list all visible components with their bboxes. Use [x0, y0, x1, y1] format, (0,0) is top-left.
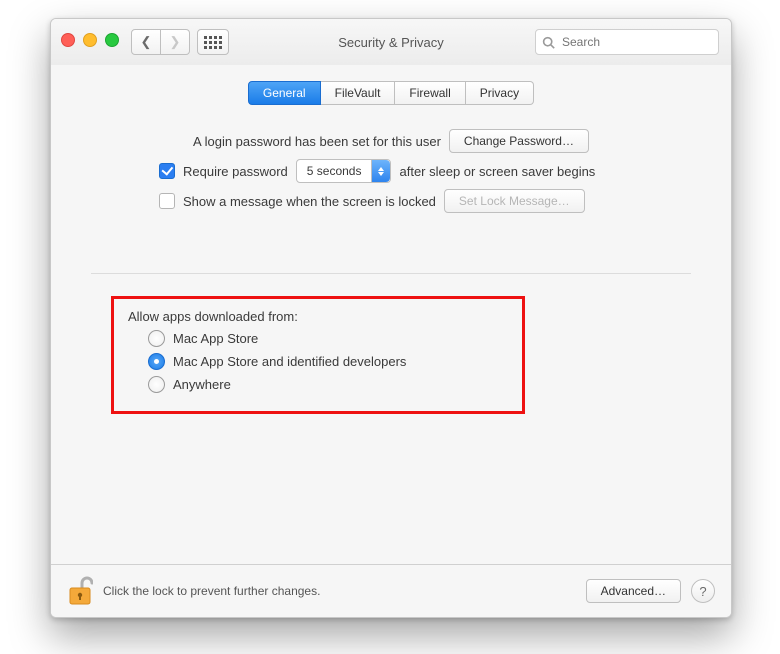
radio-label: Anywhere — [173, 377, 231, 392]
radio-icon — [148, 376, 165, 393]
set-lock-message-button: Set Lock Message… — [444, 189, 585, 213]
tab-privacy[interactable]: Privacy — [466, 81, 534, 105]
lock-area[interactable]: Click the lock to prevent further change… — [67, 576, 320, 606]
radio-icon — [148, 330, 165, 347]
search-field[interactable] — [535, 29, 719, 55]
advanced-button[interactable]: Advanced… — [586, 579, 681, 603]
tab-bar: General FileVault Firewall Privacy — [51, 81, 731, 105]
radio-label: Mac App Store and identified developers — [173, 354, 406, 369]
gatekeeper-section: Allow apps downloaded from: Mac App Stor… — [111, 296, 525, 414]
radio-label: Mac App Store — [173, 331, 258, 346]
tab-firewall[interactable]: Firewall — [395, 81, 465, 105]
tab-label: General — [263, 86, 306, 100]
divider — [91, 273, 691, 274]
content-area: General FileVault Firewall Privacy A log… — [51, 65, 731, 565]
help-icon: ? — [699, 584, 706, 599]
footer: Click the lock to prevent further change… — [51, 565, 731, 617]
gatekeeper-option-anywhere[interactable]: Anywhere — [148, 376, 508, 393]
general-section: A login password has been set for this u… — [51, 105, 731, 414]
radio-icon — [148, 353, 165, 370]
after-sleep-text: after sleep or screen saver begins — [399, 164, 595, 179]
search-icon — [542, 36, 555, 49]
change-password-button[interactable]: Change Password… — [449, 129, 589, 153]
stepper-icon — [371, 160, 390, 182]
help-button[interactable]: ? — [691, 579, 715, 603]
tab-label: Privacy — [480, 86, 519, 100]
search-input[interactable] — [560, 34, 712, 50]
delay-select[interactable]: 5 seconds — [296, 159, 392, 183]
gatekeeper-header: Allow apps downloaded from: — [128, 309, 508, 324]
require-password-checkbox[interactable] — [159, 163, 175, 179]
tab-filevault[interactable]: FileVault — [321, 81, 396, 105]
gatekeeper-option-appstore[interactable]: Mac App Store — [148, 330, 508, 347]
login-password-row: A login password has been set for this u… — [91, 129, 691, 153]
require-password-row: Require password 5 seconds after sleep o… — [159, 159, 691, 183]
show-message-label: Show a message when the screen is locked — [183, 194, 436, 209]
tab-label: FileVault — [335, 86, 381, 100]
tab-label: Firewall — [409, 86, 450, 100]
titlebar: ❮ ❯ Security & Privacy — [51, 19, 731, 66]
gatekeeper-option-identified[interactable]: Mac App Store and identified developers — [148, 353, 508, 370]
show-message-checkbox[interactable] — [159, 193, 175, 209]
tab-general[interactable]: General — [248, 81, 321, 105]
require-password-label: Require password — [183, 164, 288, 179]
delay-value: 5 seconds — [307, 164, 362, 178]
lock-icon — [67, 576, 93, 606]
login-password-text: A login password has been set for this u… — [193, 134, 441, 149]
lock-text: Click the lock to prevent further change… — [103, 584, 320, 598]
preferences-window: ❮ ❯ Security & Privacy General FileVault — [50, 18, 732, 618]
show-message-row: Show a message when the screen is locked… — [159, 189, 691, 213]
